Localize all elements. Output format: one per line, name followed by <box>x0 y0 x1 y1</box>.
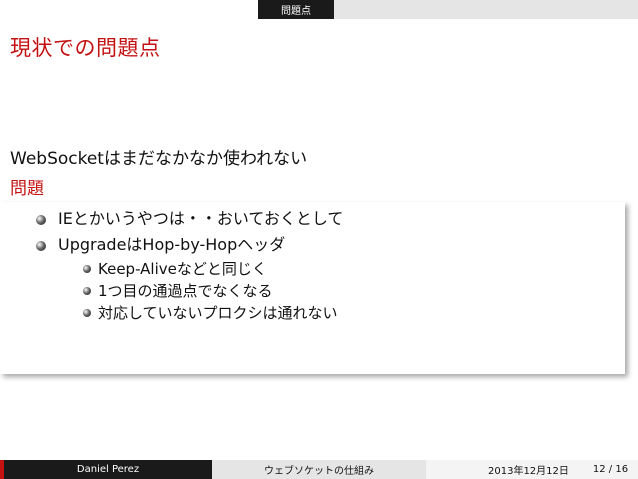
footer-author: Daniel Perez <box>0 460 212 479</box>
sub-list-item: 対応していないプロクシは通れない <box>0 302 625 324</box>
footer-date: 2013年12月12日 <box>488 466 569 477</box>
block-title: 問題 <box>10 179 44 199</box>
list-item: IEとかいうやつは・・おいておくとして <box>0 206 625 232</box>
author-name: Daniel Perez <box>76 464 140 475</box>
sub-list-item: Keep-Aliveなどと同じく <box>0 258 625 280</box>
navigation-bar: 問題点 <box>0 0 638 19</box>
frame-title: 現状での問題点 <box>10 36 161 60</box>
talk-title: ウェブソケットの仕組み <box>264 466 374 477</box>
sub-bullet-icon <box>83 265 91 273</box>
list-item: UpgradeはHop-by-Hopヘッダ <box>0 232 625 258</box>
sub-list-item-text: Keep-Aliveなどと同じく <box>98 260 267 278</box>
sub-bullet-list: Keep-Aliveなどと同じく 1つ目の通過点でなくなる 対応していないプロク… <box>0 258 625 324</box>
list-item-text: IEとかいうやつは・・おいておくとして <box>58 209 344 228</box>
nav-section-label: 問題点 <box>281 6 311 17</box>
bullet-icon <box>36 215 46 225</box>
nav-bar-background <box>334 0 638 19</box>
block-body: IEとかいうやつは・・おいておくとして UpgradeはHop-by-Hopヘッ… <box>0 202 625 374</box>
intro-text: WebSocketはまだなかなか使われない <box>10 149 308 169</box>
list-item-text: UpgradeはHop-by-Hopヘッダ <box>58 235 286 254</box>
bullet-icon <box>36 241 46 251</box>
sub-list-item-text: 対応していないプロクシは通れない <box>98 304 338 322</box>
sub-list-item: 1つ目の通過点でなくなる <box>0 280 625 302</box>
footer-info: 2013年12月12日 12 / 16 <box>426 460 638 479</box>
footer-title: ウェブソケットの仕組み <box>212 460 426 479</box>
sub-bullet-icon <box>83 287 91 295</box>
nav-section-current[interactable]: 問題点 <box>258 0 334 19</box>
bullet-list: IEとかいうやつは・・おいておくとして UpgradeはHop-by-Hopヘッ… <box>0 206 625 258</box>
sub-list-item-text: 1つ目の通過点でなくなる <box>98 282 273 300</box>
footer: Daniel Perez ウェブソケットの仕組み 2013年12月12日 12 … <box>0 460 638 479</box>
sub-bullet-icon <box>83 309 91 317</box>
page-number: 12 / 16 <box>592 464 629 475</box>
problem-block: 問題 IEとかいうやつは・・おいておくとして UpgradeはHop-by-Ho… <box>0 176 625 374</box>
